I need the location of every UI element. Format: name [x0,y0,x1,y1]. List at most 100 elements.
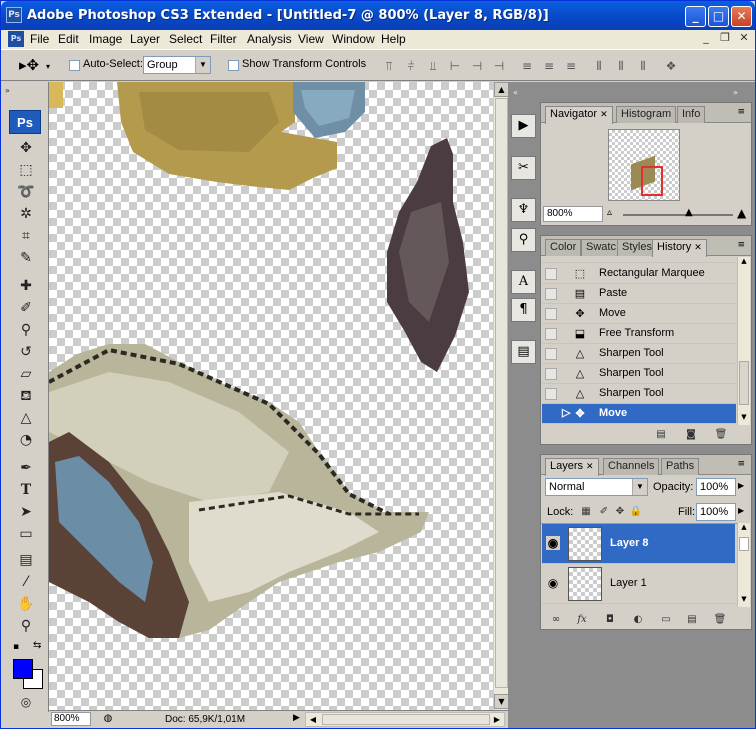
tab-color[interactable]: Color [545,239,582,256]
history-scrollbar[interactable]: ▲ ▼ [737,257,750,425]
zoom-tool-icon[interactable]: ⚲ [16,616,36,636]
brushes-panel-icon[interactable]: ♆ [511,198,536,222]
link-layers-icon[interactable]: ∞ [549,613,563,627]
distribute-top-icon[interactable]: ≡ [519,58,535,74]
auto-align-icon[interactable]: ❖ [663,58,679,74]
lock-position-icon[interactable]: ✥ [613,505,627,519]
status-globe-icon[interactable]: ◍ [101,713,115,726]
distribute-bottom-icon[interactable]: ≡ [563,58,579,74]
document-canvas[interactable] [49,82,493,710]
type-tool-icon[interactable]: T [16,480,36,500]
scroll-up-icon[interactable]: ▲ [738,257,750,269]
move-tool-icon[interactable]: ✥ [16,138,36,158]
quick-mask-icon[interactable]: ◎ [16,692,36,712]
layer-name[interactable]: Layer 1 [610,577,647,589]
fill-slider-icon[interactable]: ▶ [738,506,744,515]
close-icon[interactable]: ✕ [694,242,702,252]
menu-image[interactable]: Image [89,32,122,46]
distribute-vcenter-icon[interactable]: ≡ [541,58,557,74]
eraser-tool-icon[interactable]: ▱ [16,364,36,384]
menu-edit[interactable]: Edit [58,32,79,46]
actions-panel-icon[interactable]: ▶ [511,114,536,138]
eye-icon[interactable]: ◉ [546,576,560,590]
rectangle-tool-icon[interactable]: ▭ [16,524,36,544]
close-icon[interactable]: ✕ [600,109,608,119]
align-left-icon[interactable]: ⊢ [447,58,463,74]
tool-presets-icon[interactable]: ✂ [511,156,536,180]
dodge-tool-icon[interactable]: ◔ [16,430,36,450]
scroll-right-icon[interactable]: ▶ [490,713,504,726]
menu-filter[interactable]: Filter [210,32,237,46]
default-colors-icon[interactable]: ▪ [13,642,19,652]
pen-tool-icon[interactable]: ✒ [16,458,36,478]
clone-source-icon[interactable]: ⚲ [511,228,536,252]
close-icon[interactable]: ✕ [586,461,594,471]
zoom-slider-track[interactable] [623,214,733,216]
history-snapshot-box[interactable] [545,288,557,300]
layers-scroll-thumb[interactable] [739,537,749,551]
zoom-field[interactable]: 800% [51,712,91,726]
history-row[interactable]: ⬚ Rectangular Marquee [542,264,736,284]
history-snapshot-box[interactable] [545,408,557,420]
app-icon[interactable]: Ps [6,7,22,23]
doc-minimize-button[interactable]: _ [698,31,714,46]
navigator-thumbnail[interactable] [608,129,680,201]
dock-collapse-icon[interactable]: « [513,88,518,97]
healing-brush-tool-icon[interactable]: ✚ [16,276,36,296]
minimize-button[interactable]: _ [685,6,706,27]
scroll-up-icon[interactable]: ▲ [494,82,509,97]
crop-tool-icon[interactable]: ⌗ [16,226,36,246]
fill-field[interactable]: 100% [696,503,736,521]
menu-layer[interactable]: Layer [130,32,160,46]
layer-mask-icon[interactable]: ◘ [603,613,617,627]
distribute-left-icon[interactable]: ⦀ [591,58,607,74]
tab-histogram[interactable]: Histogram [616,106,677,123]
history-row[interactable]: ⬓ Free Transform [542,324,736,344]
brush-tool-icon[interactable]: ✐ [16,298,36,318]
new-layer-icon[interactable]: ▤ [685,613,699,627]
title-bar[interactable]: Ps Adobe Photoshop CS3 Extended - [Untit… [1,1,755,30]
fx-icon[interactable]: fx [575,613,589,627]
maximize-button[interactable]: □ [708,6,729,27]
camera-snapshot-icon[interactable]: ◙ [684,428,698,442]
align-hcenter-icon[interactable]: ⊣ [469,58,485,74]
layer-comps-icon[interactable]: ▤ [511,340,536,364]
history-brush-tool-icon[interactable]: ↺ [16,342,36,362]
scroll-thumb[interactable] [495,98,508,688]
menu-window[interactable]: Window [332,32,375,46]
doc-restore-button[interactable]: ❐ [717,31,733,46]
navigator-view-box[interactable] [641,166,663,196]
magic-wand-tool-icon[interactable]: ✲ [16,204,36,224]
lock-pixels-icon[interactable]: ✐ [597,505,611,519]
history-snapshot-box[interactable] [545,268,557,280]
layer-row[interactable]: ◉ Layer 1 [542,564,735,604]
menu-select[interactable]: Select [169,32,202,46]
history-row[interactable]: △ Sharpen Tool [542,344,736,364]
character-panel-icon[interactable]: A [511,270,536,294]
history-snapshot-box[interactable] [545,348,557,360]
scroll-left-icon[interactable]: ◀ [306,713,320,726]
scroll-down-icon[interactable]: ▼ [494,694,509,709]
opacity-field[interactable]: 100% [696,478,736,496]
horizontal-scrollbar[interactable]: ◀ ▶ [305,712,505,727]
history-row[interactable]: ✥ Move [542,304,736,324]
panel-menu-icon[interactable]: ≡ [737,240,745,250]
layers-list[interactable]: ◉ Layer 8 ◉ Layer 1 [541,523,737,607]
align-right-icon[interactable]: ⊣ [491,58,507,74]
tab-paths[interactable]: Paths [661,458,700,475]
tab-navigator[interactable]: Navigator ✕ [545,106,613,124]
layers-scrollbar[interactable]: ▲ ▼ [737,523,750,607]
new-document-from-state-icon[interactable]: ▤ [654,428,668,442]
preset-dropdown-icon[interactable]: ▾ [46,62,50,71]
distribute-hcenter-icon[interactable]: ⦀ [613,58,629,74]
tab-styles[interactable]: Styles [617,239,657,256]
status-menu-icon[interactable]: ▶ [293,713,300,723]
menu-analysis[interactable]: Analysis [247,32,292,46]
marquee-tool-icon[interactable]: ⬚ [16,160,36,180]
doc-close-button[interactable]: ✕ [736,31,752,46]
sharpen-tool-icon[interactable]: △ [16,408,36,428]
lock-transparency-icon[interactable]: ▦ [579,505,593,519]
trash-icon[interactable]: 🗑 [713,613,727,627]
layer-name[interactable]: Layer 8 [610,537,649,549]
tab-info[interactable]: Info [677,106,706,123]
